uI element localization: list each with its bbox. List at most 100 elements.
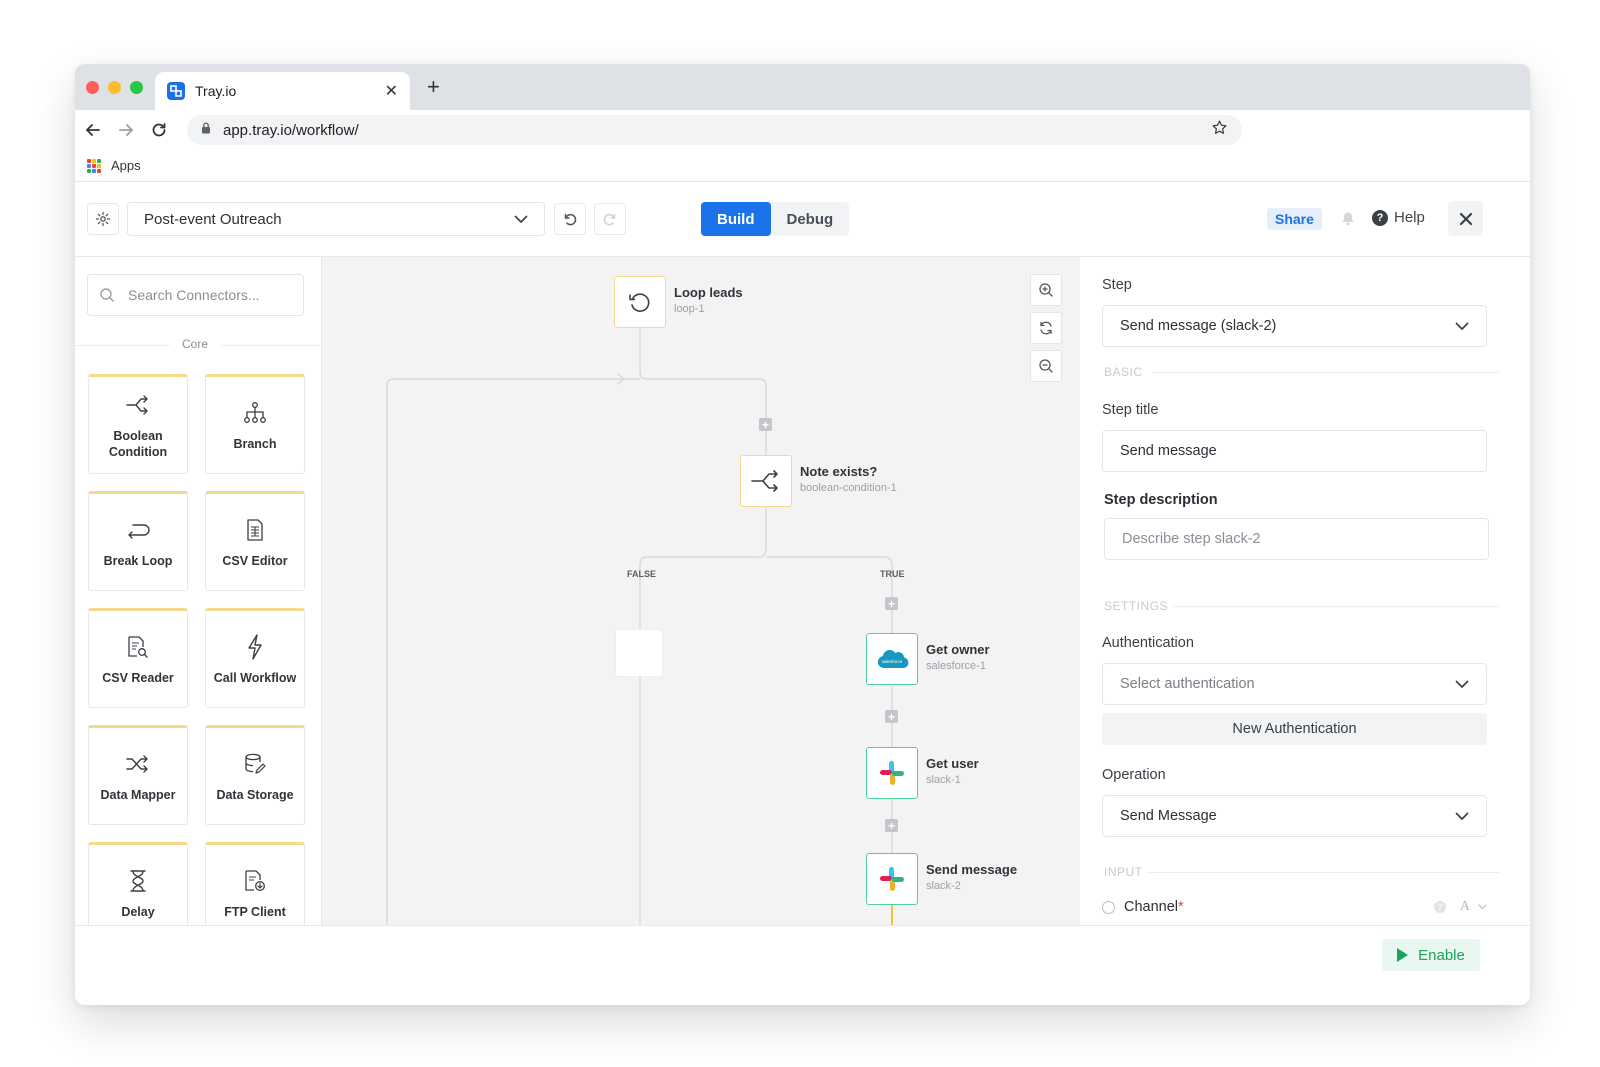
step-title: Get user	[926, 756, 979, 771]
workflow-step-note-exists[interactable]: Note exists? boolean-condition-1	[740, 455, 897, 507]
connector-tile-data-storage[interactable]: Data Storage	[205, 725, 305, 825]
connector-label: CSV Editor	[222, 554, 288, 568]
address-bar[interactable]: app.tray.io/workflow/	[187, 115, 1242, 145]
workflow-step-loop-leads[interactable]: Loop leads loop-1	[614, 276, 743, 328]
notifications-bell-icon[interactable]	[1341, 211, 1355, 231]
connector-tile-csv-reader[interactable]: CSV Reader	[88, 608, 188, 708]
connector-tile-delay[interactable]: Delay	[88, 842, 188, 925]
connector-label: Data Mapper	[100, 788, 176, 802]
step-selector[interactable]: Send message (slack-2)	[1102, 305, 1487, 347]
bookmarks-bar: Apps	[75, 150, 1530, 182]
workflow-step-get-user[interactable]: Get user slack-1	[866, 747, 979, 799]
forward-arrow-icon[interactable]	[116, 120, 136, 140]
workflow-footer: Enable	[75, 925, 1530, 1005]
connector-tile-break-loop[interactable]: Break Loop	[88, 491, 188, 591]
share-button[interactable]: Share	[1267, 208, 1322, 230]
channel-toggle-radio[interactable]	[1102, 900, 1115, 914]
step-title: Get owner	[926, 642, 990, 657]
add-step-plus-icon[interactable]: +	[885, 710, 898, 723]
lock-icon	[201, 121, 211, 139]
boolean-step-box[interactable]	[740, 455, 792, 507]
help-question-icon[interactable]: ?	[1433, 901, 1446, 913]
close-icon	[1459, 212, 1472, 225]
slack-step-box[interactable]	[866, 853, 918, 905]
window-minimize-control[interactable]	[108, 81, 121, 94]
gear-icon	[95, 211, 111, 227]
enable-workflow-button[interactable]: Enable	[1382, 939, 1480, 971]
workflow-step-send-message[interactable]: Send message slack-2	[866, 853, 1017, 905]
debug-mode-button[interactable]: Debug	[771, 202, 850, 236]
close-editor-button[interactable]	[1448, 201, 1483, 236]
operation-selector[interactable]: Send Message	[1102, 795, 1487, 837]
step-id: salesforce-1	[926, 660, 986, 672]
step-id: boolean-condition-1	[800, 482, 897, 494]
zoom-in-button[interactable]	[1030, 274, 1062, 306]
step-title: Loop leads	[674, 285, 743, 300]
new-authentication-button[interactable]: New Authentication	[1102, 713, 1487, 745]
add-step-plus-icon[interactable]: +	[885, 819, 898, 832]
authentication-selector[interactable]: Select authentication	[1102, 663, 1487, 705]
undo-button[interactable]	[554, 203, 586, 235]
redo-button[interactable]	[594, 203, 626, 235]
connector-tile-call-workflow[interactable]: Call Workflow	[205, 608, 305, 708]
workflow-canvas[interactable]: Loop leads loop-1 + Note exists? boolean…	[322, 257, 1080, 925]
operation-label: Operation	[1102, 767, 1166, 783]
add-step-plus-icon[interactable]: +	[759, 418, 772, 431]
connector-label: FTP Client	[224, 905, 286, 919]
tab-title: Tray.io	[195, 83, 237, 99]
back-arrow-icon[interactable]	[83, 120, 103, 140]
window-close-control[interactable]	[86, 81, 99, 94]
connector-tile-ftp-client[interactable]: FTP Client	[205, 842, 305, 925]
chevron-down-icon[interactable]	[1478, 904, 1487, 910]
loop-step-box[interactable]	[614, 276, 666, 328]
workflow-selector[interactable]: Post-event Outreach	[127, 202, 545, 236]
connector-tile-branch[interactable]: Branch	[205, 374, 305, 474]
zoom-out-button[interactable]	[1030, 350, 1062, 382]
break-loop-icon	[123, 515, 153, 545]
apps-grid-icon[interactable]	[87, 158, 101, 173]
help-button[interactable]: ? Help	[1372, 209, 1425, 226]
workflow-step-get-owner[interactable]: salesforce Get owner salesforce-1	[866, 633, 990, 685]
new-tab-icon[interactable]: +	[427, 76, 440, 98]
step-title-input[interactable]	[1102, 430, 1487, 472]
section-divider	[1146, 872, 1500, 873]
ftp-icon	[240, 866, 270, 896]
connector-tile-data-mapper[interactable]: Data Mapper	[88, 725, 188, 825]
apps-bookmark[interactable]: Apps	[111, 158, 141, 173]
step-description-input[interactable]	[1104, 518, 1489, 560]
browser-tab[interactable]: Tray.io ✕	[155, 72, 410, 110]
chevron-down-icon	[1455, 680, 1469, 688]
step-id: slack-2	[926, 880, 961, 892]
step-id: loop-1	[674, 303, 705, 315]
false-branch-label: FALSE	[627, 569, 657, 579]
reload-icon[interactable]	[149, 120, 169, 140]
connector-tile-boolean-condition[interactable]: Boolean Condition	[88, 374, 188, 474]
step-title: Note exists?	[800, 464, 878, 479]
csv-editor-icon	[240, 515, 270, 545]
step-properties-panel: Step Send message (slack-2) BASIC Step t…	[1080, 257, 1530, 925]
empty-step-placeholder[interactable]	[615, 629, 663, 677]
tab-close-icon[interactable]: ✕	[385, 81, 398, 101]
step-title-label: Step title	[1102, 402, 1159, 418]
add-step-plus-icon[interactable]: +	[885, 597, 898, 610]
salesforce-step-box[interactable]: salesforce	[866, 633, 918, 685]
authentication-label: Authentication	[1102, 635, 1194, 651]
enable-label: Enable	[1418, 946, 1465, 964]
build-mode-button[interactable]: Build	[701, 202, 771, 236]
window-maximize-control[interactable]	[130, 81, 143, 94]
connector-tile-csv-editor[interactable]: CSV Editor	[205, 491, 305, 591]
zoom-in-icon	[1039, 283, 1053, 297]
mode-toggle: Build Debug	[701, 202, 850, 236]
reset-zoom-button[interactable]	[1030, 312, 1062, 344]
tray-favicon-icon	[167, 82, 185, 100]
text-type-icon[interactable]: A	[1460, 899, 1470, 915]
bookmark-star-icon[interactable]	[1211, 119, 1228, 141]
slack-step-box[interactable]	[866, 747, 918, 799]
search-input[interactable]	[128, 287, 288, 303]
slack-icon	[880, 867, 904, 891]
workflow-connectors	[386, 328, 893, 925]
workflow-settings-button[interactable]	[87, 203, 119, 235]
hourglass-icon	[123, 866, 153, 896]
undo-icon	[564, 213, 577, 226]
connector-search[interactable]	[87, 274, 304, 316]
